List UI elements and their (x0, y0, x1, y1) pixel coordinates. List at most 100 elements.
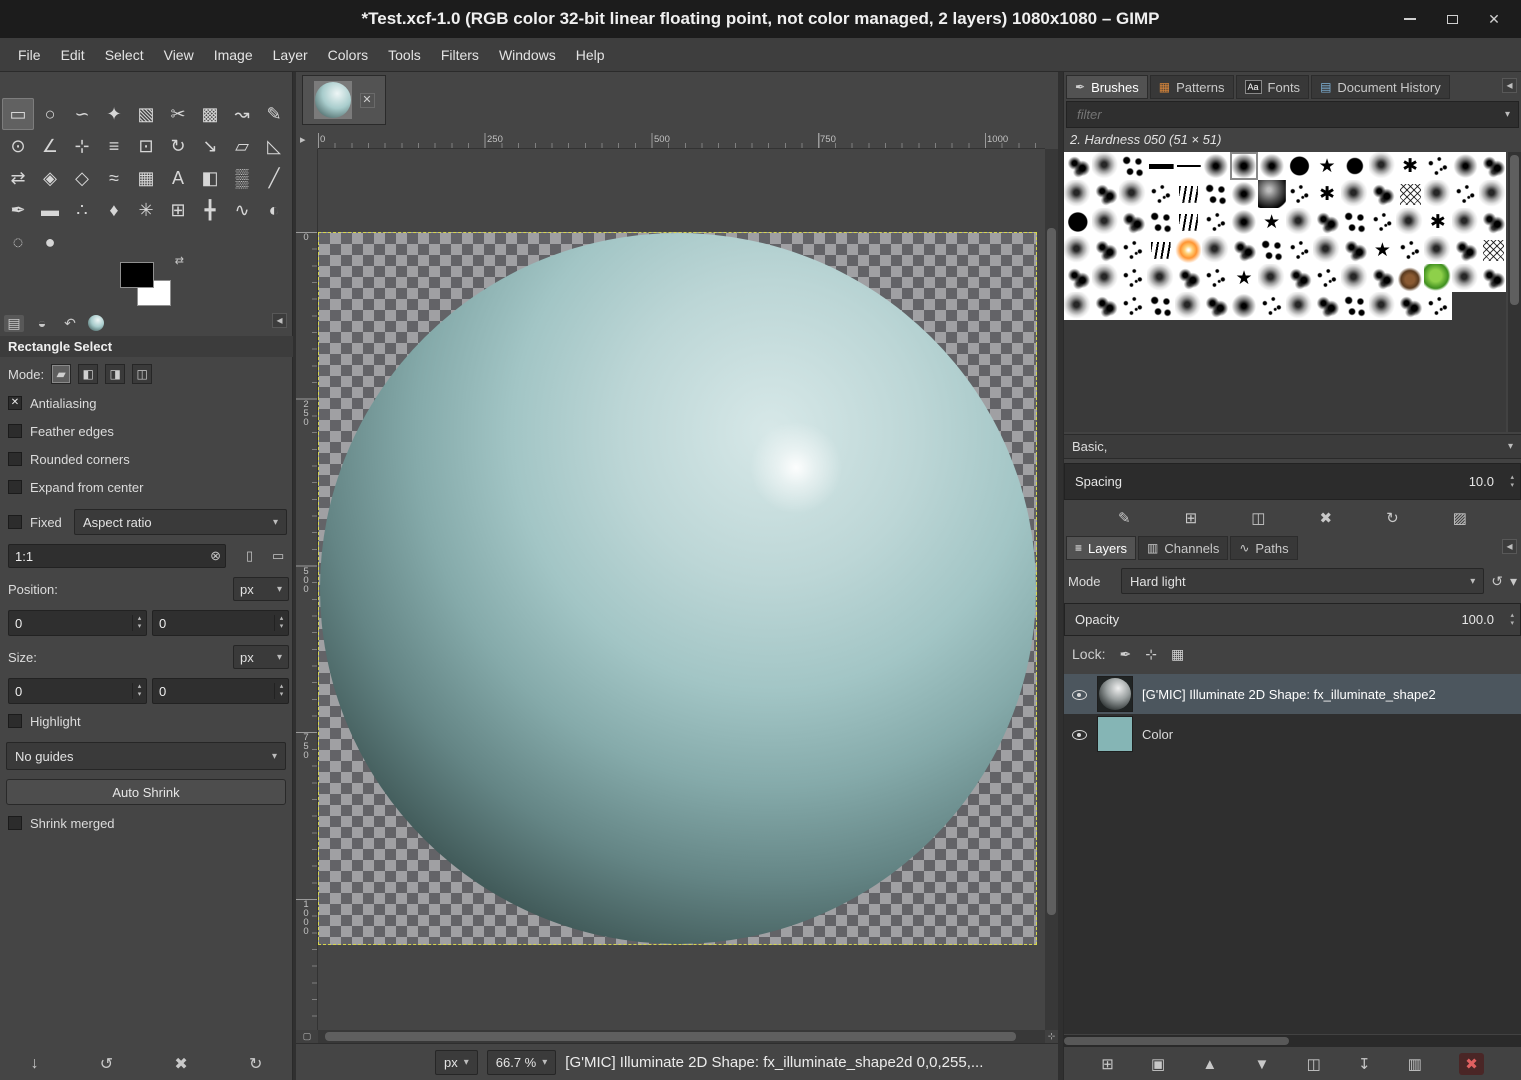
brush-thumbnail[interactable] (1341, 152, 1369, 180)
brush-thumbnail[interactable] (1202, 236, 1230, 264)
brush-thumbnail[interactable] (1313, 264, 1341, 292)
menu-windows[interactable]: Windows (489, 38, 566, 72)
brush-thumbnail[interactable] (1369, 236, 1397, 264)
brush-thumbnail[interactable] (1202, 208, 1230, 236)
new-group-icon[interactable]: ▣ (1151, 1055, 1165, 1073)
checkbox-box[interactable] (8, 424, 22, 438)
tool-zoom[interactable]: ⊙ (2, 130, 34, 162)
brush-thumbnail[interactable] (1479, 264, 1506, 292)
tool-perspective[interactable]: ◺ (258, 130, 290, 162)
brush-thumbnail[interactable] (1175, 292, 1203, 320)
scrollbar-thumb[interactable] (1047, 228, 1056, 915)
brush-group-dropdown[interactable]: Basic, ▾ (1064, 434, 1521, 459)
tool-free-select[interactable]: ∽ (66, 98, 98, 130)
brush-thumbnail[interactable] (1092, 236, 1120, 264)
size-height-input[interactable] (153, 684, 274, 699)
tab-undo-history[interactable]: ↶ (60, 315, 80, 332)
brush-thumbnail[interactable] (1175, 208, 1203, 236)
tool-fuzzy-select[interactable]: ✦ (98, 98, 130, 130)
size-width-input[interactable] (9, 684, 132, 699)
brush-thumbnail[interactable] (1092, 152, 1120, 180)
unit-dropdown[interactable]: px ▾ (435, 1050, 478, 1075)
fixed-type-dropdown[interactable]: Aspect ratio ▾ (74, 509, 287, 535)
opacity-slider[interactable]: Opacity 100.0 ▴▾ (1064, 603, 1521, 636)
brush-thumbnail[interactable] (1424, 180, 1452, 208)
brush-thumbnail[interactable] (1230, 152, 1258, 180)
tool-handle-transform[interactable]: ◇ (66, 162, 98, 194)
anchor-layer-icon[interactable]: ↧ (1358, 1055, 1371, 1073)
brush-thumbnail[interactable] (1286, 180, 1314, 208)
tab-paths[interactable]: ∿ Paths (1230, 536, 1297, 560)
guides-dropdown[interactable]: No guides ▾ (6, 742, 286, 770)
tool-dodge-burn[interactable]: ◐ (258, 194, 290, 226)
fixed-checkbox[interactable]: Fixed (8, 513, 62, 531)
tool-pencil[interactable]: ╱ (258, 162, 290, 194)
tool-color-picker[interactable]: ✎ (258, 98, 290, 130)
open-brush-icon[interactable]: ▨ (1453, 509, 1467, 527)
brush-thumbnail[interactable] (1424, 152, 1452, 180)
tab-document-history[interactable]: ▤ Document History (1311, 75, 1450, 99)
brush-thumbnail[interactable] (1341, 208, 1369, 236)
brush-thumbnail[interactable] (1147, 180, 1175, 208)
spinner-arrows[interactable]: ▴▾ (1510, 612, 1514, 628)
brush-thumbnail[interactable] (1175, 264, 1203, 292)
brush-thumbnail[interactable] (1230, 208, 1258, 236)
layer-row[interactable]: Color (1064, 714, 1521, 754)
dock-menu-icon[interactable]: ◂ (272, 313, 287, 328)
scrollbar-thumb[interactable] (1510, 155, 1519, 305)
position-x-input[interactable] (9, 616, 132, 631)
tool-crop[interactable]: ⊡ (130, 130, 162, 162)
brush-thumbnail[interactable] (1092, 180, 1120, 208)
tool-shear[interactable]: ▱ (226, 130, 258, 162)
brush-thumbnail[interactable] (1119, 208, 1147, 236)
layer-mode-dropdown[interactable]: Hard light ▾ (1121, 568, 1484, 594)
tool-warp[interactable]: ≈ (98, 162, 130, 194)
duplicate-brush-icon[interactable]: ◫ (1251, 509, 1265, 527)
brush-thumbnail[interactable] (1175, 236, 1203, 264)
tool-blur-sharpen[interactable]: ◌ (2, 226, 34, 258)
tool-flip[interactable]: ⇄ (2, 162, 34, 194)
brush-thumbnail[interactable] (1064, 292, 1092, 320)
brush-thumbnail[interactable] (1147, 264, 1175, 292)
tab-image-thumbnail[interactable] (88, 315, 104, 331)
auto-shrink-button[interactable]: Auto Shrink (6, 779, 286, 805)
scrollbar-thumb[interactable] (1064, 1037, 1289, 1045)
brush-thumbnail[interactable] (1064, 152, 1092, 180)
close-button[interactable]: ✕ (1473, 0, 1515, 38)
restore-options-icon[interactable]: ↺ (100, 1054, 113, 1074)
tool-measure[interactable]: ∠ (34, 130, 66, 162)
delete-options-icon[interactable]: ✖ (174, 1054, 187, 1074)
brush-thumbnail[interactable] (1147, 208, 1175, 236)
brush-thumbnail[interactable] (1424, 208, 1452, 236)
brush-thumbnail[interactable] (1147, 236, 1175, 264)
brush-thumbnail[interactable] (1202, 292, 1230, 320)
tab-tool-options[interactable]: ▤ (4, 315, 24, 332)
lock-position-icon[interactable]: ⊹ (1145, 646, 1157, 663)
brush-thumbnail[interactable] (1230, 264, 1258, 292)
spacing-slider[interactable]: Spacing 10.0 ▴▾ (1064, 463, 1521, 500)
new-brush-icon[interactable]: ⊞ (1185, 509, 1198, 527)
menu-edit[interactable]: Edit (51, 38, 95, 72)
brush-thumbnail[interactable] (1119, 292, 1147, 320)
dock-menu-icon[interactable]: ◂ (1502, 539, 1517, 554)
landscape-icon[interactable]: ▭ (272, 548, 284, 564)
brush-thumbnail[interactable] (1479, 236, 1506, 264)
tool-bucket-fill[interactable]: ◧ (194, 162, 226, 194)
brush-thumbnail[interactable] (1341, 236, 1369, 264)
brush-thumbnail[interactable] (1064, 180, 1092, 208)
brush-thumbnail[interactable] (1258, 180, 1286, 208)
brush-thumbnail[interactable] (1175, 180, 1203, 208)
scrollbar-thumb[interactable] (325, 1032, 1016, 1041)
tab-fonts[interactable]: Aa Fonts (1236, 75, 1310, 99)
brush-thumbnail[interactable] (1258, 236, 1286, 264)
tab-device-status[interactable]: ◒ (32, 315, 52, 331)
tool-paths[interactable]: ↝ (226, 98, 258, 130)
lock-alpha-icon[interactable]: ▦ (1171, 646, 1184, 663)
refresh-brushes-icon[interactable]: ↻ (1386, 509, 1399, 527)
antialiasing-checkbox[interactable]: ✕ Antialiasing (8, 394, 97, 412)
reset-options-icon[interactable]: ↻ (249, 1054, 262, 1074)
tool-move[interactable]: ⊹ (66, 130, 98, 162)
brush-thumbnail[interactable] (1424, 236, 1452, 264)
maximize-button[interactable] (1431, 0, 1473, 38)
checkbox-box[interactable] (8, 480, 22, 494)
